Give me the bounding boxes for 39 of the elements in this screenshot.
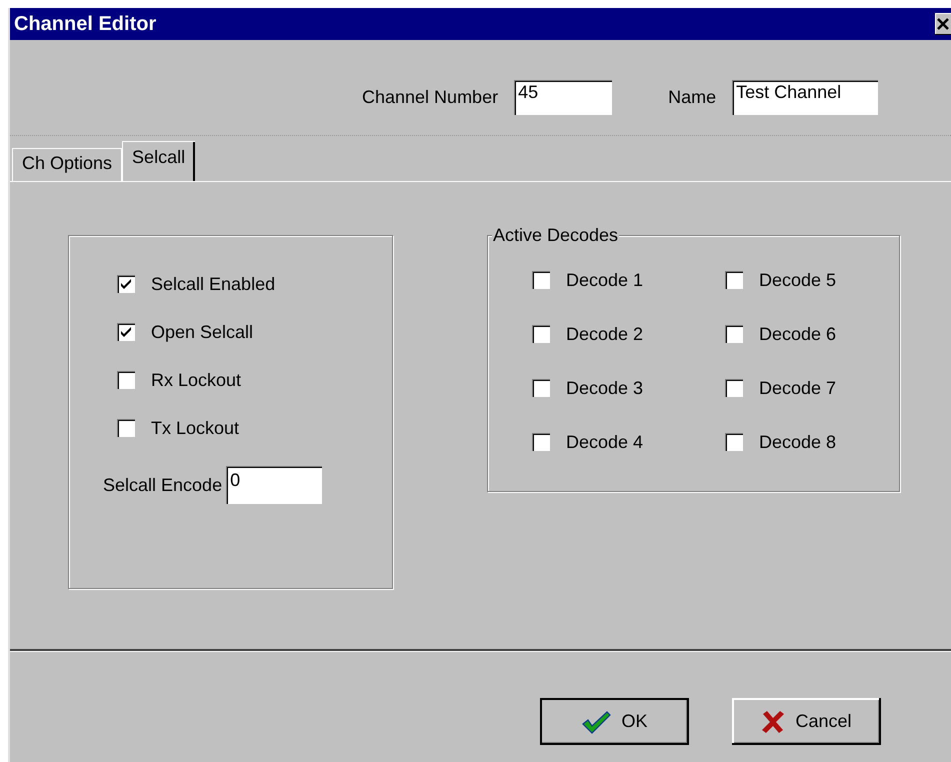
window-title: Channel Editor [13,12,156,36]
checkbox[interactable] [725,325,743,343]
checkbox-label: Open Selcall [151,322,254,342]
checkbox[interactable] [117,371,135,389]
checkbox[interactable] [532,271,550,289]
checkmark-icon [581,710,612,734]
checkbox-label: Selcall Enabled [151,274,276,294]
checkbox[interactable] [117,323,135,341]
checkbox[interactable] [117,419,135,437]
checkbox[interactable] [532,325,550,343]
checkbox-label: Decode 7 [759,378,836,398]
checkbox[interactable] [532,379,550,397]
cancel-button[interactable]: Cancel [732,698,881,745]
checkbox[interactable] [532,433,550,451]
x-icon [761,710,786,734]
channel-number-field[interactable]: 45 [514,80,612,115]
field-label: Selcall Encode [103,474,222,496]
checkbox-label: Decode 1 [566,270,644,290]
checkbox-label: Decode 4 [566,432,644,452]
checkbox[interactable] [725,379,743,397]
checkbox-label: Rx Lockout [151,370,242,390]
checkbox-label: Decode 6 [759,324,836,344]
field-label: Channel Number [362,87,498,108]
checkbox-label: Tx Lockout [151,418,240,438]
name-field[interactable]: Test Channel [732,80,878,115]
checkbox-label: Decode 3 [566,378,644,398]
field-label: Name [668,87,716,108]
checkbox[interactable] [725,271,743,289]
checkbox[interactable] [117,275,135,293]
checkbox-label: Decode 8 [759,432,836,452]
tab[interactable]: Ch Options [12,148,122,181]
checkbox-label: Decode 2 [566,324,644,344]
checkmark-icon [120,278,132,290]
selcall-encode-field[interactable]: 0 [226,466,322,504]
checkmark-icon [120,326,132,338]
checkbox-label: Decode 5 [759,270,836,290]
ok-button[interactable]: OK [540,698,689,745]
checkbox[interactable] [725,433,743,451]
tab[interactable]: Selcall [122,141,196,181]
